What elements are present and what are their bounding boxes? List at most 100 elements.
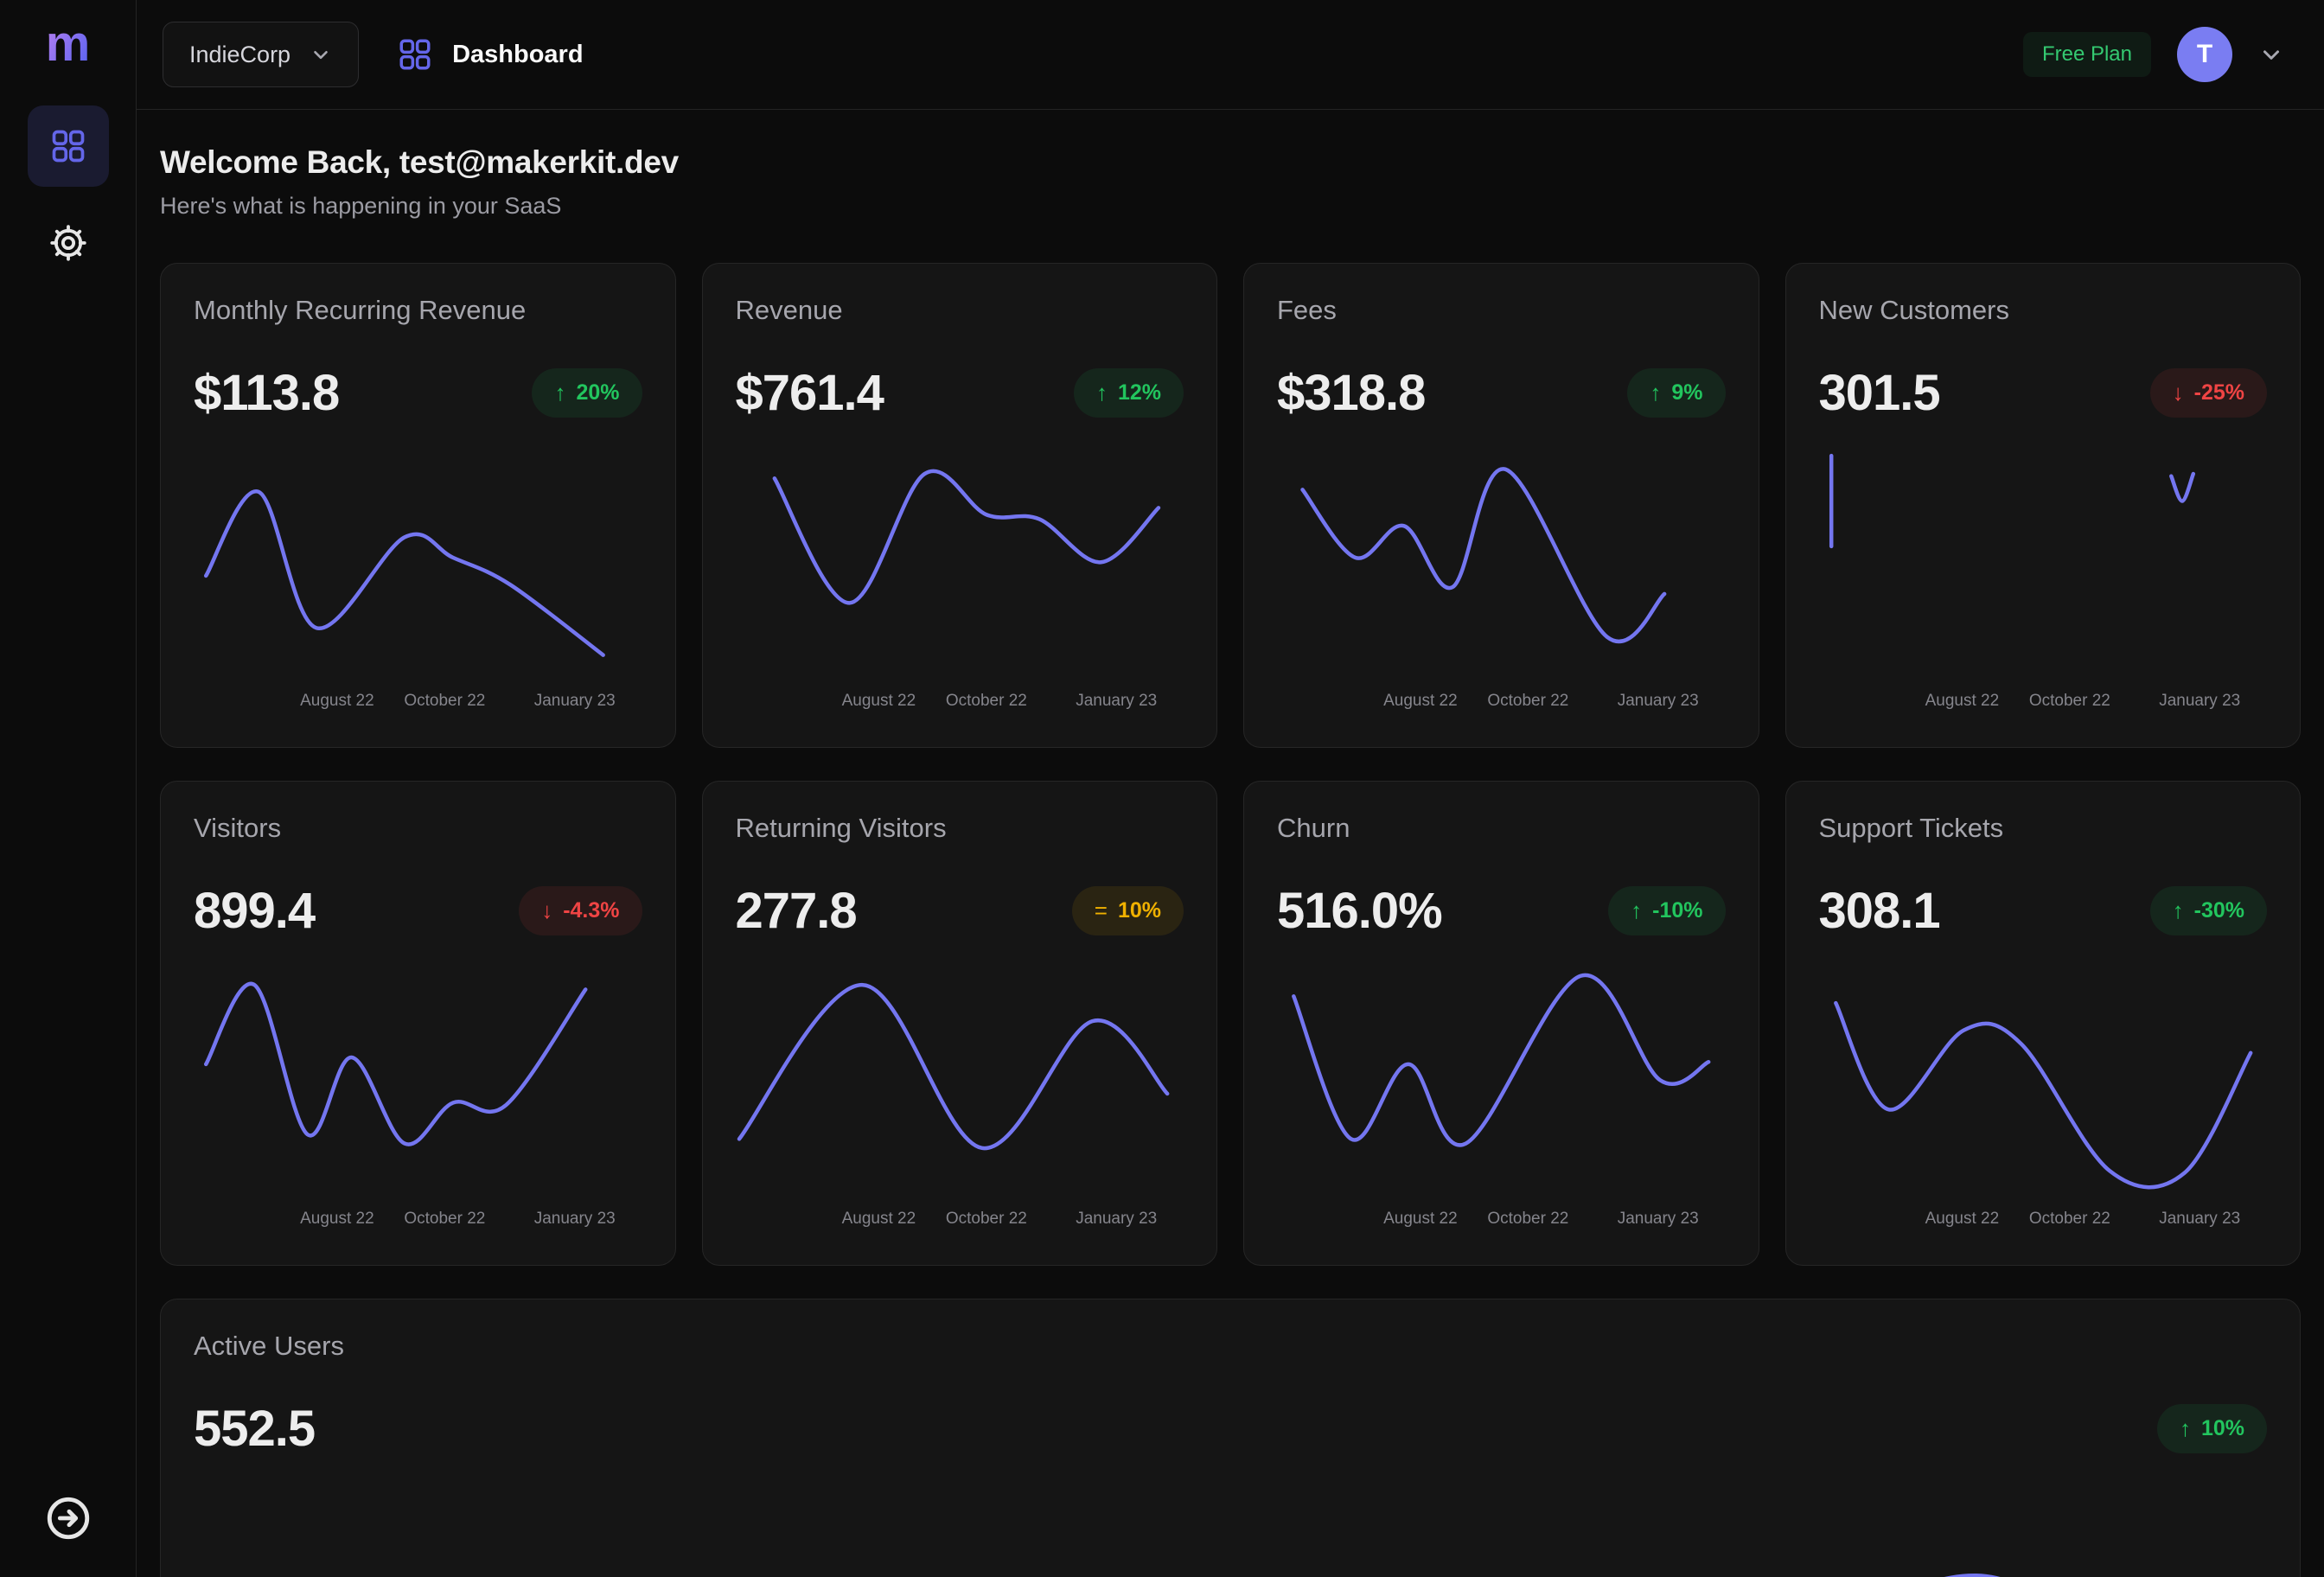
x-axis-label: August 22 bbox=[1383, 692, 1458, 711]
grid-icon bbox=[49, 127, 87, 165]
card-title: Visitors bbox=[194, 813, 642, 844]
card-value-row: $761.4 ↑ 12% bbox=[736, 364, 1184, 422]
x-axis-label: January 23 bbox=[2159, 692, 2240, 711]
page-header: Dashboard bbox=[397, 36, 583, 73]
metric-card-support-tickets: Support Tickets 308.1 ↑ -30% August 22Oc… bbox=[1785, 781, 2302, 1266]
x-axis-label: January 23 bbox=[1618, 1210, 1699, 1229]
metric-card-active-users: Active Users 552.5 ↑ 10% bbox=[160, 1299, 2301, 1577]
card-value: 552.5 bbox=[194, 1400, 315, 1458]
sparkline-chart bbox=[194, 1473, 2267, 1577]
arrow-up-icon: ↑ bbox=[2180, 1415, 2191, 1442]
chart-x-axis: August 22October 22January 23 bbox=[736, 692, 1184, 714]
card-value: $318.8 bbox=[1277, 364, 1425, 422]
sidebar-item-dashboard[interactable] bbox=[28, 105, 109, 187]
metric-card-revenue: Revenue $761.4 ↑ 12% August 22October 22… bbox=[702, 263, 1218, 748]
sparkline-chart: August 22 October 22 January 23 bbox=[736, 955, 1184, 1244]
arrow-up-icon: ↑ bbox=[1096, 380, 1108, 406]
sparkline-chart: August 22October 22January 23 bbox=[194, 955, 642, 1244]
x-axis-label: October 22 bbox=[2029, 1210, 2110, 1229]
sparkline-chart: August 22 October 22 January 23 bbox=[1819, 955, 2268, 1244]
trend-badge: = 10% bbox=[1072, 886, 1184, 935]
page-title: Dashboard bbox=[452, 41, 583, 69]
arrow-up-icon: ↑ bbox=[1631, 897, 1642, 924]
x-axis-label: August 22 bbox=[300, 692, 374, 711]
arrow-up-icon: ↑ bbox=[2173, 897, 2184, 924]
x-axis-label: January 23 bbox=[1618, 692, 1699, 711]
metric-card-churn: Churn 516.0% ↑ -10% August 22October 22J… bbox=[1243, 781, 1759, 1266]
card-title: Churn bbox=[1277, 813, 1726, 844]
card-value: 516.0% bbox=[1277, 882, 1442, 940]
trend-badge: ↑ -30% bbox=[2150, 886, 2267, 935]
trend-badge: ↓ -4.3% bbox=[519, 886, 642, 935]
card-value-row: 516.0% ↑ -10% bbox=[1277, 882, 1726, 940]
card-value-row: $113.8 ↑ 20% bbox=[194, 364, 642, 422]
x-axis-label: August 22 bbox=[1925, 1210, 2000, 1229]
card-value: $113.8 bbox=[194, 364, 339, 422]
metric-card-new-customers: New Customers 301.5 ↓ -25% August 22Octo… bbox=[1785, 263, 2302, 748]
card-title: New Customers bbox=[1819, 295, 2268, 326]
card-value: 277.8 bbox=[736, 882, 857, 940]
card-value-row: 301.5 ↓ -25% bbox=[1819, 364, 2268, 422]
metrics-grid: Monthly Recurring Revenue $113.8 ↑ 20% A… bbox=[160, 263, 2301, 1577]
x-axis-label: January 23 bbox=[1076, 1210, 1157, 1229]
card-value: 308.1 bbox=[1819, 882, 1940, 940]
arrow-down-icon: ↓ bbox=[541, 897, 552, 924]
card-title: Active Users bbox=[194, 1331, 2267, 1362]
trend-badge: ↑ 9% bbox=[1627, 368, 1725, 418]
chart-x-axis: August 22 October 22 January 23 bbox=[736, 1210, 1184, 1232]
x-axis-label: October 22 bbox=[404, 1210, 485, 1229]
card-title: Monthly Recurring Revenue bbox=[194, 295, 642, 326]
sidebar: m bbox=[0, 0, 137, 1577]
sidebar-expand-button[interactable] bbox=[43, 1493, 93, 1548]
chart-x-axis: August 22October 22January 23 bbox=[1819, 692, 2268, 714]
x-axis-label: October 22 bbox=[2029, 692, 2110, 711]
grid-icon bbox=[397, 36, 433, 73]
arrow-up-icon: ↑ bbox=[1650, 380, 1661, 406]
arrow-up-icon: ↑ bbox=[554, 380, 565, 406]
welcome-subtitle: Here's what is happening in your SaaS bbox=[160, 193, 2301, 220]
x-axis-label: October 22 bbox=[1487, 692, 1568, 711]
card-title: Fees bbox=[1277, 295, 1726, 326]
equals-icon: = bbox=[1095, 897, 1108, 924]
sidebar-item-settings[interactable] bbox=[28, 202, 109, 284]
card-value-row: 308.1 ↑ -30% bbox=[1819, 882, 2268, 940]
card-value-row: $318.8 ↑ 9% bbox=[1277, 364, 1726, 422]
team-selector-button[interactable]: IndieCorp bbox=[163, 22, 359, 87]
plan-badge: Free Plan bbox=[2023, 32, 2151, 77]
chart-x-axis: August 22 October 22 January 23 bbox=[1277, 692, 1726, 714]
metric-card-returning-visitors: Returning Visitors 277.8 = 10% August 22… bbox=[702, 781, 1218, 1266]
trend-badge: ↑ 10% bbox=[2157, 1404, 2267, 1453]
card-value-row: 552.5 ↑ 10% bbox=[194, 1400, 2267, 1458]
x-axis-label: August 22 bbox=[1383, 1210, 1458, 1229]
card-title: Revenue bbox=[736, 295, 1184, 326]
x-axis-label: January 23 bbox=[1076, 692, 1157, 711]
trend-badge: ↓ -25% bbox=[2150, 368, 2267, 418]
sparkline-chart: August 22October 22January 23 bbox=[1819, 437, 2268, 726]
sparkline-chart: August 22October 22January 23 bbox=[194, 437, 642, 726]
card-value: 301.5 bbox=[1819, 364, 1940, 422]
x-axis-label: January 23 bbox=[2159, 1210, 2240, 1229]
trend-badge: ↑ -10% bbox=[1608, 886, 1725, 935]
chevron-down-icon bbox=[310, 43, 332, 66]
card-value: $761.4 bbox=[736, 364, 884, 422]
card-value: 899.4 bbox=[194, 882, 315, 940]
x-axis-label: October 22 bbox=[946, 1210, 1027, 1229]
makerkit-logo: m bbox=[46, 19, 91, 69]
sparkline-chart: August 22October 22January 23 bbox=[1277, 955, 1726, 1244]
dashboard-content: Welcome Back, test@makerkit.dev Here's w… bbox=[137, 0, 2324, 1577]
x-axis-label: October 22 bbox=[946, 692, 1027, 711]
metric-card-fees: Fees $318.8 ↑ 9% August 22 October 22 Janu… bbox=[1243, 263, 1759, 748]
x-axis-label: October 22 bbox=[404, 692, 485, 711]
trend-badge: ↑ 20% bbox=[532, 368, 642, 418]
chevron-down-icon[interactable] bbox=[2258, 42, 2284, 67]
chart-x-axis: August 22 October 22 January 23 bbox=[1819, 1210, 2268, 1232]
top-bar: IndieCorp Dashboard Free Plan T bbox=[137, 0, 2324, 110]
x-axis-label: August 22 bbox=[842, 1210, 916, 1229]
welcome-heading: Welcome Back, test@makerkit.dev bbox=[160, 144, 2301, 181]
team-name: IndieCorp bbox=[189, 42, 290, 68]
metric-card-visitors: Visitors 899.4 ↓ -4.3% August 22October … bbox=[160, 781, 676, 1266]
metric-card-monthly-recurring-revenue: Monthly Recurring Revenue $113.8 ↑ 20% A… bbox=[160, 263, 676, 748]
arrow-right-circle-icon bbox=[43, 1493, 93, 1543]
avatar[interactable]: T bbox=[2177, 27, 2232, 82]
sparkline-chart: August 22October 22January 23 bbox=[736, 437, 1184, 726]
